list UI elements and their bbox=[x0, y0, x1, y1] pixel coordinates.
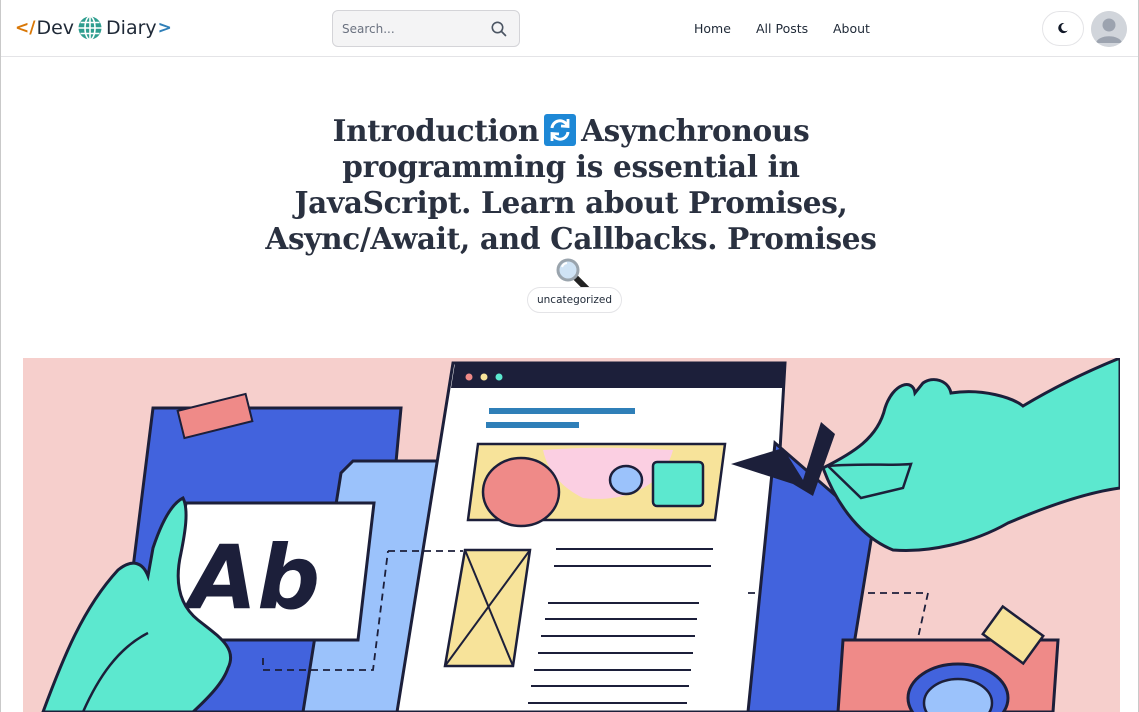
globe-icon bbox=[77, 15, 103, 41]
search-input[interactable] bbox=[342, 19, 482, 39]
logo-prefix: </ bbox=[15, 18, 36, 38]
nav-home-link[interactable]: Home bbox=[694, 21, 731, 36]
hero-illustration: Ab bbox=[23, 358, 1120, 712]
nav-all-posts-link[interactable]: All Posts bbox=[756, 21, 808, 36]
article-title: Introduction Asynchronous programming is … bbox=[251, 113, 891, 293]
logo-suffix: > bbox=[157, 18, 172, 38]
nav-about-link[interactable]: About bbox=[833, 21, 870, 36]
logo-word-dev: Dev bbox=[36, 17, 75, 39]
navbar: </ Dev Diary > Home All Posts About bbox=[1, 0, 1138, 57]
site-logo[interactable]: </ Dev Diary > bbox=[15, 14, 172, 42]
user-avatar-icon[interactable] bbox=[1091, 11, 1127, 47]
title-part-1: Introduction bbox=[332, 113, 540, 148]
theme-toggle-button[interactable] bbox=[1042, 11, 1084, 46]
hero-ab-text: Ab bbox=[183, 526, 320, 629]
category-tag[interactable]: uncategorized bbox=[527, 287, 623, 313]
search-icon[interactable] bbox=[490, 20, 508, 38]
search-box bbox=[332, 10, 520, 47]
logo-word-diary: Diary bbox=[106, 17, 157, 39]
sync-emoji-icon bbox=[543, 114, 577, 146]
moon-icon bbox=[1057, 19, 1069, 38]
